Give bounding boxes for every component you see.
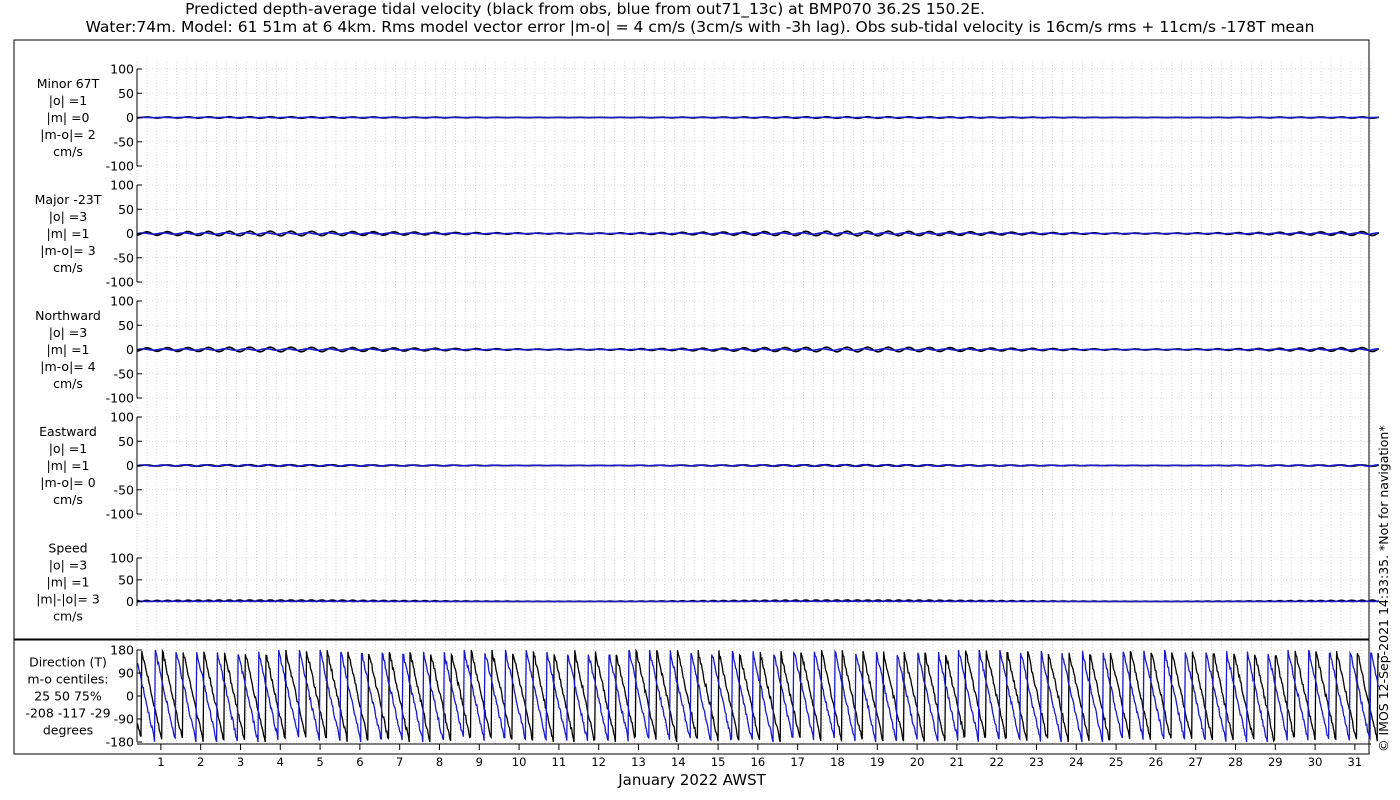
direction-panel-label: m-o centiles: (27, 672, 108, 687)
x-tick-label: 17 (790, 755, 805, 769)
x-tick-label: 10 (512, 755, 527, 769)
eastward-panel-label: |m| =1 (47, 458, 90, 473)
northward-panel-label: |m-o|= 4 (40, 359, 95, 374)
x-tick-label: 14 (671, 755, 686, 769)
x-tick-label: 30 (1308, 755, 1323, 769)
eastward-y-tick-label: 100 (110, 410, 134, 425)
direction-y-tick-label: -90 (114, 712, 134, 727)
speed-panel-label: |m| =1 (47, 575, 90, 590)
speed-y-tick-label: 50 (118, 572, 134, 587)
major-y-tick-label: -100 (106, 275, 134, 290)
tidal-velocity-chart: 1 2 3 4 5 6 7 8 9 10 11 12 13 14 15 16 17 18 19 20 21 22 23 24 2… (13, 39, 1391, 789)
major-y-tick-label: 50 (118, 202, 134, 217)
speed-panel-label: Speed (48, 541, 87, 556)
eastward-y-tick-label: 0 (126, 458, 134, 473)
eastward-panel-label: |m-o|= 0 (40, 475, 95, 490)
minor-panel-label: cm/s (53, 144, 83, 159)
speed-y-tick-label: 0 (126, 594, 134, 609)
x-tick-label: 22 (989, 755, 1004, 769)
x-tick-label: 16 (751, 755, 766, 769)
eastward-y-tick-label: -50 (114, 482, 134, 497)
direction-y-tick-label: 180 (110, 643, 134, 658)
upper-panel-frame (13, 39, 1370, 640)
major-panel-label: cm/s (53, 260, 83, 275)
major-panel-label: |m| =1 (47, 226, 90, 241)
northward-panel-label: |m| =1 (47, 342, 90, 357)
minor-panel-label: |o| =1 (49, 93, 87, 108)
direction-panel-label: -208 -117 -29 (25, 706, 110, 721)
x-tick-label: 28 (1228, 755, 1243, 769)
x-tick-label: 19 (870, 755, 885, 769)
x-tick-label: 18 (830, 755, 845, 769)
direction-panel-label: Direction (T) (29, 655, 107, 670)
major-y-tick-label: 100 (110, 178, 134, 193)
x-tick-label: 15 (711, 755, 726, 769)
x-tick-label: 21 (950, 755, 965, 769)
x-tick-label: 23 (1029, 755, 1044, 769)
major-y-tick-label: 0 (126, 226, 134, 241)
eastward-y-tick-label: -100 (106, 507, 134, 522)
eastward-panel-label: |o| =1 (49, 441, 87, 456)
minor-y-tick-label: 0 (126, 110, 134, 125)
direction-y-tick-label: 0 (126, 689, 134, 704)
x-tick-label: 26 (1149, 755, 1164, 769)
x-axis-label: January 2022 AWST (617, 771, 766, 789)
minor-y-tick-label: -100 (106, 159, 134, 174)
eastward-panel-label: Eastward (39, 424, 97, 439)
direction-panel-label: 25 50 75% (34, 689, 102, 704)
x-tick-label: 20 (910, 755, 925, 769)
direction-panel-label: degrees (43, 723, 93, 738)
x-tick-label: 3 (237, 755, 244, 769)
x-tick-label: 2 (197, 755, 204, 769)
northward-y-tick-label: 50 (118, 318, 134, 333)
minor-y-tick-label: 50 (118, 86, 134, 101)
x-tick-label: 24 (1069, 755, 1084, 769)
minor-panel-label: |m| =0 (47, 110, 90, 125)
x-tick-label: 27 (1188, 755, 1203, 769)
x-tick-label: 7 (396, 755, 403, 769)
copyright-notice: © IMOS 12-Sep-2021 14:33:35. *Not for na… (1376, 425, 1391, 752)
direction-y-tick-label: -180 (106, 735, 134, 750)
eastward-panel-label: cm/s (53, 492, 83, 507)
speed-panel-label: |o| =3 (49, 558, 87, 573)
northward-panel-label: cm/s (53, 376, 83, 391)
x-tick-label: 8 (436, 755, 443, 769)
speed-y-tick-label: 100 (110, 551, 134, 566)
minor-panel-label: Minor 67T (37, 76, 100, 91)
northward-y-tick-label: -50 (114, 366, 134, 381)
x-tick-label: 13 (631, 755, 646, 769)
major-panel-label: |o| =3 (49, 209, 87, 224)
speed-panel-label: cm/s (53, 609, 83, 624)
minor-panel-label: |m-o|= 2 (40, 127, 95, 142)
speed-panel-label: |m|-|o|= 3 (36, 592, 100, 607)
x-tick-label: 11 (552, 755, 567, 769)
x-tick-label: 25 (1109, 755, 1124, 769)
x-tick-label: 29 (1268, 755, 1283, 769)
x-tick-label: 1 (157, 755, 164, 769)
northward-panel-label: |o| =3 (49, 325, 87, 340)
major-panel-label: |m-o|= 3 (40, 243, 95, 258)
x-tick-label: 5 (316, 755, 323, 769)
northward-y-tick-label: 0 (126, 342, 134, 357)
northward-y-tick-label: 100 (110, 294, 134, 309)
x-tick-label: 31 (1348, 755, 1363, 769)
major-y-tick-label: -50 (114, 250, 134, 265)
x-tick-label: 4 (277, 755, 284, 769)
x-tick-label: 9 (476, 755, 483, 769)
minor-y-tick-label: -50 (114, 134, 134, 149)
northward-panel-label: Northward (35, 308, 101, 323)
x-tick-label: 12 (591, 755, 606, 769)
major-panel-label: Major -23T (35, 192, 102, 207)
speed-model-line (136, 600, 1379, 603)
eastward-y-tick-label: 50 (118, 434, 134, 449)
northward-y-tick-label: -100 (106, 391, 134, 406)
x-tick-label: 6 (356, 755, 363, 769)
direction-y-tick-label: 90 (118, 666, 134, 681)
minor-y-tick-label: 100 (110, 62, 134, 77)
